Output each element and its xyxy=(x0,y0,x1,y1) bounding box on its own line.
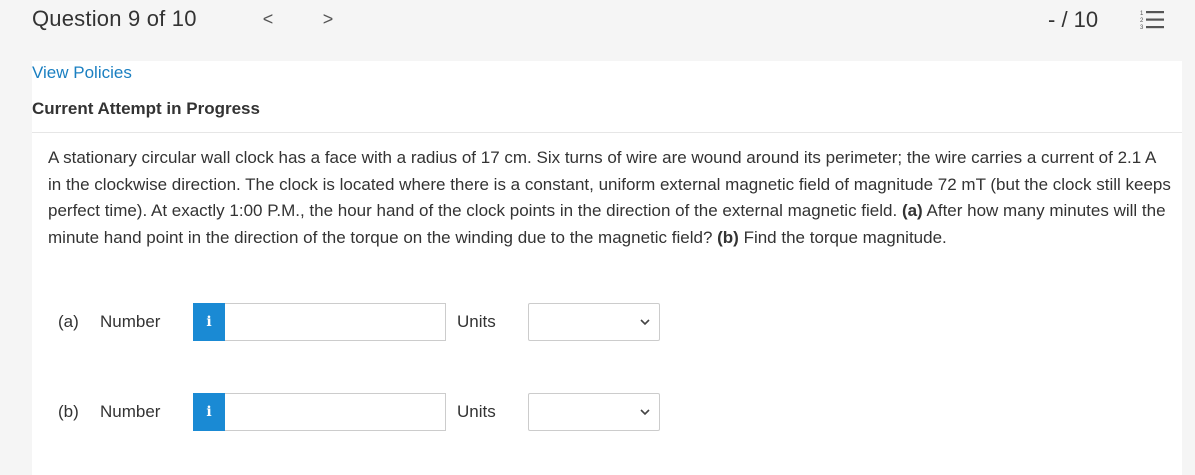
number-input-b[interactable] xyxy=(225,393,446,431)
chevron-down-icon xyxy=(640,409,650,416)
units-label: Units xyxy=(457,312,496,331)
svg-text:3: 3 xyxy=(1140,25,1144,31)
units-dropdown-a[interactable] xyxy=(528,303,660,341)
info-icon[interactable]: i xyxy=(193,393,225,431)
answer-row-a: (a) Number i Units xyxy=(58,302,698,342)
view-policies-link[interactable]: View Policies xyxy=(32,63,132,83)
previous-question-button[interactable]: < xyxy=(258,8,278,30)
number-input-a[interactable] xyxy=(225,303,446,341)
chevron-down-icon xyxy=(640,319,650,326)
units-label: Units xyxy=(457,402,496,421)
part-label: (a) xyxy=(58,312,79,331)
number-label: Number xyxy=(100,312,161,331)
numbered-list-icon[interactable]: 1 2 3 xyxy=(1139,9,1165,31)
divider xyxy=(32,132,1182,133)
number-label: Number xyxy=(100,402,161,421)
question-text-part-3: Find the torque magnitude. xyxy=(738,227,947,247)
info-icon[interactable]: i xyxy=(193,303,225,341)
question-header: Question 9 of 10 < > - / 10 1 2 3 xyxy=(0,0,1195,40)
attempt-heading: Current Attempt in Progress xyxy=(32,99,260,118)
svg-text:1: 1 xyxy=(1140,11,1144,17)
part-a-marker: (a) xyxy=(901,201,923,220)
answer-row-b: (b) Number i Units xyxy=(58,392,698,432)
units-dropdown-b[interactable] xyxy=(528,393,660,431)
svg-text:2: 2 xyxy=(1140,18,1144,24)
part-b-marker: (b) xyxy=(717,227,739,247)
question-counter: Question 9 of 10 xyxy=(32,6,197,31)
question-text: A stationary circular wall clock has a f… xyxy=(48,145,1173,251)
part-label: (b) xyxy=(58,402,79,421)
question-panel: View Policies Current Attempt in Progres… xyxy=(32,61,1182,475)
score-display: - / 10 xyxy=(1048,7,1099,32)
next-question-button[interactable]: > xyxy=(318,8,338,30)
